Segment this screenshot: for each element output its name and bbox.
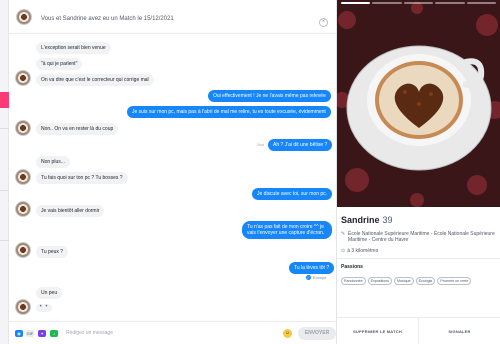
sender-avatar (15, 120, 31, 136)
school-icon: ✎ (341, 231, 346, 237)
passion-chip: Musique (393, 277, 414, 285)
emoji-icon[interactable]: ☺ (283, 329, 292, 338)
message-incoming: Tu peux ? (36, 246, 69, 258)
message-list[interactable]: L'exception serait bien venue "à qui je … (9, 34, 337, 321)
sent-status: ✓ Envoyé (306, 275, 327, 281)
profile-name-text: Sandrine (341, 215, 380, 225)
location-icon: ⊙ (341, 248, 346, 254)
message-outgoing: Ah ? J'ai dit une bêtise ? (268, 139, 333, 151)
message-incoming: "à qui je parlent" (36, 58, 83, 70)
message-incoming: On va dire que c'est le correcteur qui c… (36, 74, 154, 86)
school-text: École Nationale Supérieure Maritime - Éc… (348, 231, 495, 243)
profile-actions: SUPPRIMER LE MATCH SIGNALER (337, 317, 500, 344)
send-button[interactable]: ENVOYER (298, 327, 336, 340)
passion-chip: Écologie (415, 277, 436, 285)
unmatch-button[interactable]: SUPPRIMER LE MATCH (337, 318, 418, 344)
message-incoming: Un peu (36, 287, 63, 299)
message-timestamp: 2nd (257, 142, 264, 147)
match-date-text: Vous et Sandrine avez eu un Match le 15/… (41, 16, 174, 22)
profile-school: ✎ École Nationale Supérieure Maritime - … (341, 231, 496, 243)
profile-distance: ⊙ à 3 kilomètres (341, 248, 378, 254)
sender-avatar (15, 169, 31, 185)
distance-text: à 3 kilomètres (347, 248, 379, 254)
coffee-photo-illustration (337, 0, 500, 207)
photo-dot[interactable] (435, 2, 465, 4)
passions-list: Randonnée Expositions Musique Écologie P… (341, 277, 499, 285)
close-icon[interactable]: × (319, 18, 328, 27)
photo-dot[interactable] (466, 2, 497, 4)
photo-pagination (341, 2, 497, 4)
game-icon[interactable]: ✦ (38, 330, 46, 337)
photo-dot[interactable] (403, 2, 434, 4)
divider (0, 240, 9, 241)
brand-accent (0, 92, 9, 108)
message-incoming: Non plus... (36, 156, 70, 168)
profile-name: Sandrine 39 (341, 215, 393, 225)
report-button[interactable]: SIGNALER (418, 318, 500, 344)
passions-title: Passions (341, 264, 363, 270)
check-icon: ✓ (306, 275, 311, 281)
chat-panel: Vous et Sandrine avez eu un Match le 15/… (9, 0, 337, 344)
divider (0, 190, 9, 191)
background-app-strip (0, 0, 9, 344)
message-incoming: L'exception serait bien venue (36, 42, 111, 54)
message-outgoing: Tu la lèves tôt ? (289, 262, 335, 274)
sender-avatar (15, 299, 31, 315)
passion-chip: Promnér un verre (437, 277, 472, 285)
music-icon[interactable]: ♪ (50, 330, 58, 337)
message-outgoing: Je discute avec toi, sur mon pc. (252, 188, 333, 200)
gif-icon[interactable]: GIF (26, 330, 34, 337)
passion-chip: Randonnée (341, 277, 366, 285)
divider (337, 258, 500, 259)
profile-photo[interactable] (337, 0, 500, 207)
photo-dot[interactable] (372, 2, 402, 4)
message-outgoing: Tu n'as pas fait de mon croire ^^ je vai… (242, 221, 332, 239)
sender-avatar (15, 201, 31, 217)
message-incoming: Je vais bientôt aller dormir (36, 205, 105, 217)
message-incoming: Tu fais quoi sur ton pc ? Tu bosses ? (36, 172, 128, 184)
sticker-icon[interactable]: ◉ (15, 330, 23, 337)
divider (0, 128, 9, 129)
photo-dot-active[interactable] (341, 2, 371, 4)
match-avatar[interactable] (16, 9, 32, 25)
message-outgoing: Je suis sur mon pc, mais pas à l'abri de… (127, 106, 331, 118)
message-input[interactable]: Rédigez un message (66, 330, 113, 336)
message-outgoing: Oui effectivement ! Je ne l'avais même p… (208, 90, 331, 102)
sender-avatar (15, 70, 31, 86)
passion-chip: Expositions (367, 277, 392, 285)
profile-panel: Sandrine 39 ✎ École Nationale Supérieure … (337, 0, 500, 344)
sender-avatar (15, 242, 31, 258)
chat-header: Vous et Sandrine avez eu un Match le 15/… (9, 0, 337, 34)
message-incoming: Non.. On va en rester là du coup (36, 123, 119, 135)
sent-status-label: Envoyé (313, 275, 327, 280)
message-composer: ◉ GIF ✦ ♪ Rédigez un message ☺ ENVOYER (9, 321, 337, 344)
typing-indicator: • • (36, 304, 52, 312)
profile-age: 39 (382, 215, 393, 225)
